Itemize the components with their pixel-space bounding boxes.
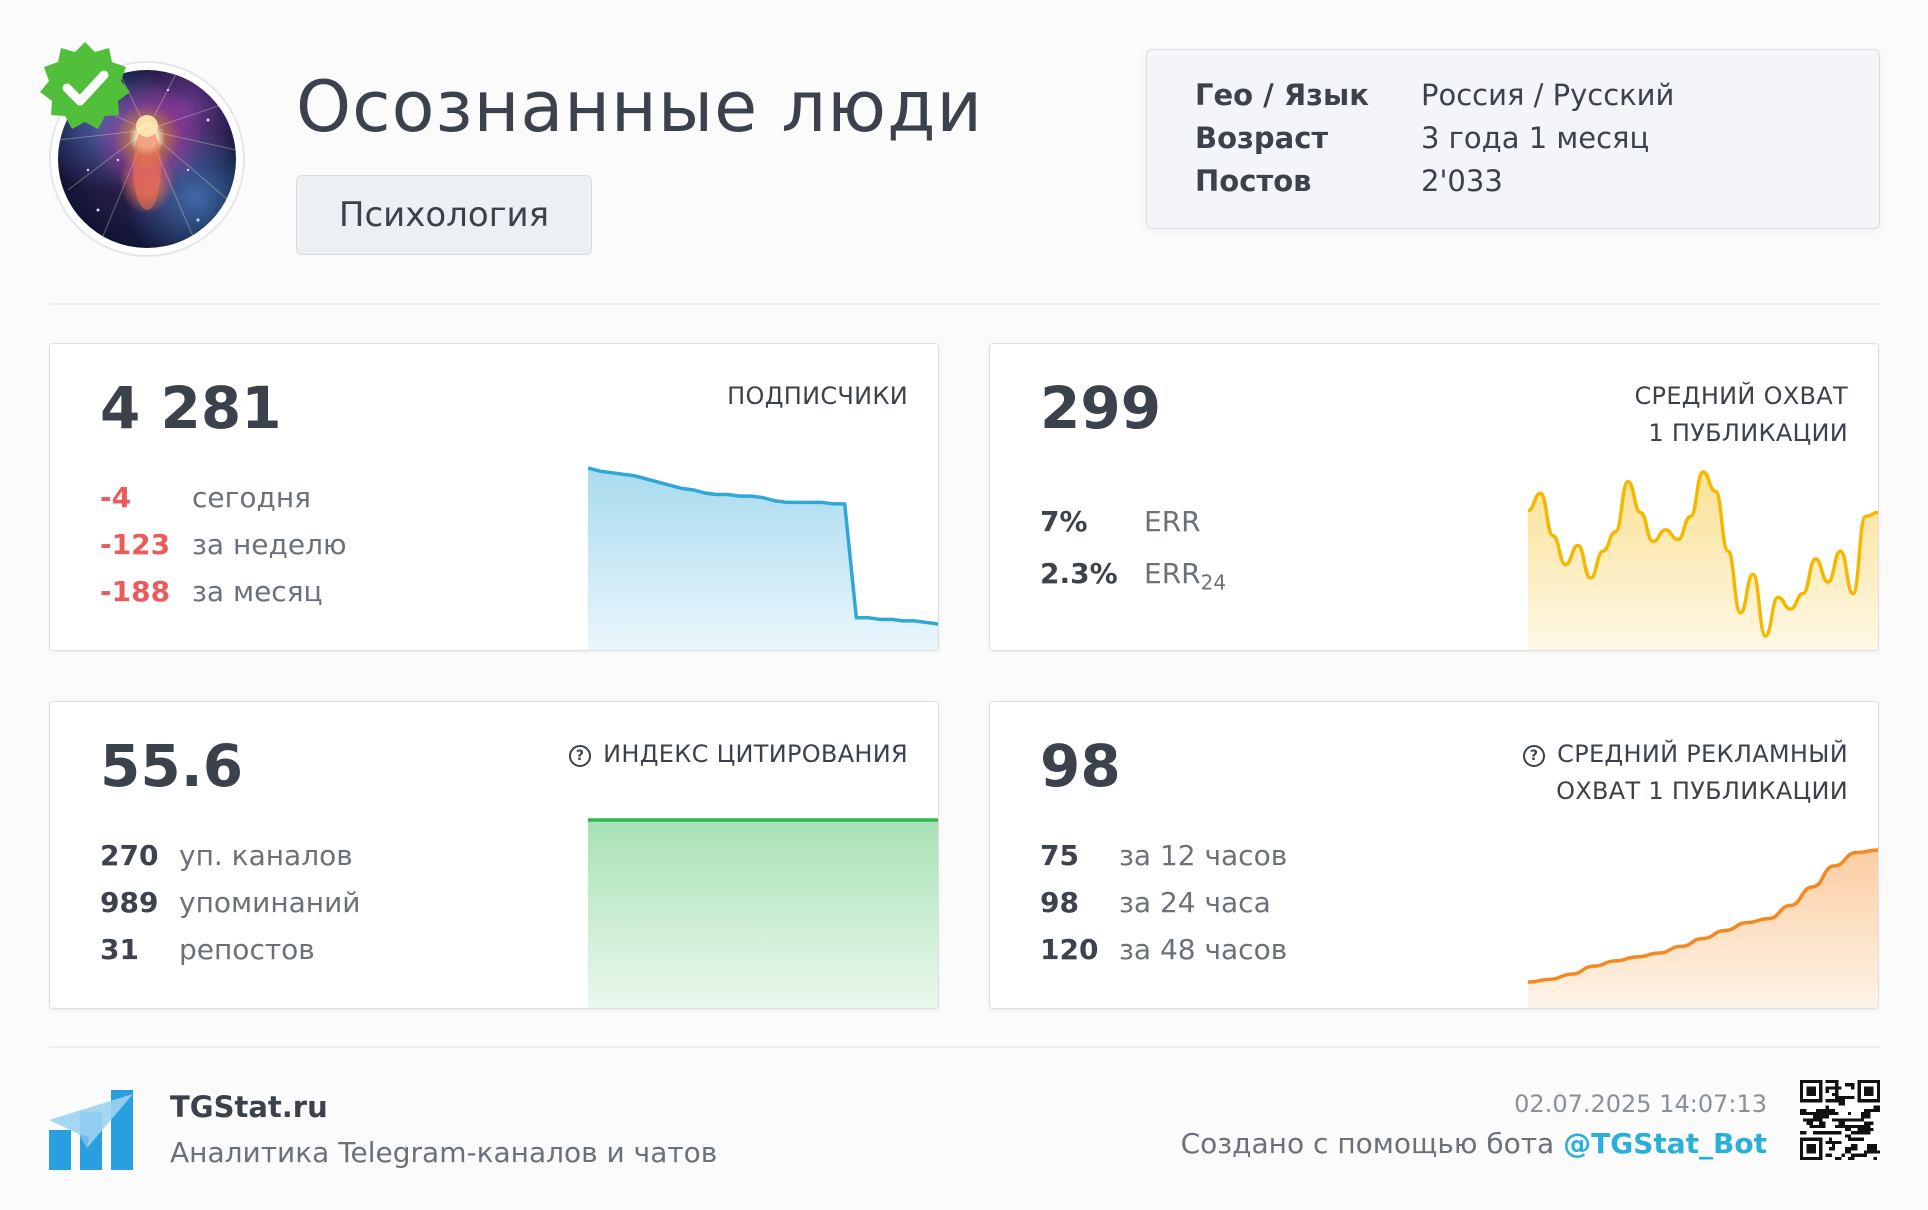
made-with-bot: Создано с помощью бота @TGStat_Bot — [1181, 1127, 1767, 1160]
stat-text: за 24 часа — [1119, 886, 1271, 919]
reach-value: 299 — [1040, 374, 1162, 442]
reach-card[interactable]: 299 СРЕДНИЙ ОХВАТ 1 ПУБЛИКАЦИИ 7% ERR 2.… — [989, 343, 1879, 651]
subscribers-sparkline — [588, 466, 938, 650]
stat-number: 120 — [1040, 933, 1099, 966]
err24-value: 2.3% — [1040, 557, 1118, 590]
err24-label-text: ERR — [1144, 557, 1201, 590]
brand-name[interactable]: TGStat.ru — [170, 1090, 328, 1124]
reach-label-line1: СРЕДНИЙ ОХВАТ — [1634, 382, 1848, 410]
err-label: ERR — [1144, 505, 1201, 538]
tgstat-logo-icon[interactable] — [49, 1090, 133, 1170]
reach-label: СРЕДНИЙ ОХВАТ 1 ПУБЛИКАЦИИ — [1634, 378, 1848, 452]
stat-text: уп. каналов — [179, 839, 353, 872]
info-value: 2'033 — [1421, 164, 1503, 198]
ad-reach-sparkline — [1528, 848, 1878, 1008]
qr-code-icon — [1800, 1080, 1880, 1160]
stat-text: упоминаний — [179, 886, 361, 919]
citation-index: 55.6 — [100, 732, 244, 800]
stat-number: 75 — [1040, 839, 1079, 872]
stat-number: 989 — [100, 886, 159, 919]
citation-sparkline-area — [588, 820, 938, 1008]
category-label: Психология — [338, 195, 550, 235]
stat-number: 270 — [100, 839, 159, 872]
help-icon[interactable]: ? — [569, 745, 592, 767]
stat-number: 98 — [1040, 886, 1079, 919]
citation-label: ? ИНДЕКС ЦИТИРОВАНИЯ — [569, 736, 908, 773]
divider — [49, 1046, 1880, 1048]
info-key: Постов — [1195, 164, 1312, 198]
info-key: Возраст — [1195, 121, 1329, 155]
ad-reach-value: 98 — [1040, 732, 1121, 800]
made-with-text: Создано с помощью бота — [1180, 1127, 1564, 1160]
stat-text: сегодня — [192, 481, 311, 514]
info-value: Россия / Русский — [1421, 78, 1675, 112]
err-value: 7% — [1040, 505, 1088, 538]
stat-text: за 12 часов — [1119, 839, 1288, 872]
bot-link[interactable]: @TGStat_Bot — [1563, 1127, 1767, 1160]
channel-title: Осознанные люди — [296, 66, 983, 148]
stat-text: за 48 часов — [1119, 933, 1288, 966]
citation-label-text: ИНДЕКС ЦИТИРОВАНИЯ — [603, 740, 908, 768]
ad-reach-label-line1-text: СРЕДНИЙ РЕКЛАМНЫЙ — [1557, 740, 1848, 768]
citation-sparkline — [588, 818, 938, 1008]
verified-badge-icon — [40, 42, 130, 129]
subscribers-count: 4 281 — [100, 374, 282, 442]
channel-info-panel: Гео / Язык Россия / Русский Возраст 3 го… — [1146, 49, 1880, 229]
ad-reach-label: ? СРЕДНИЙ РЕКЛАМНЫЙ ОХВАТ 1 ПУБЛИКАЦИИ — [1523, 736, 1848, 810]
category-badge[interactable]: Психология — [296, 175, 592, 255]
info-key: Гео / Язык — [1195, 78, 1369, 112]
stat-number: 31 — [100, 933, 139, 966]
stat-number: -4 — [100, 481, 132, 514]
reach-label-line2: 1 ПУБЛИКАЦИИ — [1648, 419, 1848, 447]
divider — [49, 303, 1880, 305]
stat-text: за месяц — [192, 575, 323, 608]
err24-label-sub: 24 — [1200, 570, 1227, 595]
stat-number: -123 — [100, 528, 171, 561]
stat-text: за неделю — [192, 528, 347, 561]
subscribers-label: ПОДПИСЧИКИ — [727, 382, 908, 410]
report-timestamp: 02.07.2025 14:07:13 — [1514, 1090, 1767, 1118]
stat-text: репостов — [179, 933, 315, 966]
err24-label: ERR24 — [1144, 557, 1226, 595]
info-value: 3 года 1 месяц — [1421, 121, 1650, 155]
ad-reach-label-line1: ? СРЕДНИЙ РЕКЛАМНЫЙ — [1523, 736, 1848, 773]
ad-reach-card[interactable]: 98 ? СРЕДНИЙ РЕКЛАМНЫЙ ОХВАТ 1 ПУБЛИКАЦИИ… — [989, 701, 1879, 1009]
reach-sparkline-area — [1528, 472, 1878, 650]
subscribers-sparkline-area — [588, 468, 938, 650]
citation-card[interactable]: 55.6 ? ИНДЕКС ЦИТИРОВАНИЯ 270 уп. каналов… — [49, 701, 939, 1009]
help-icon[interactable]: ? — [1523, 745, 1546, 767]
reach-sparkline — [1528, 470, 1878, 650]
subscribers-card[interactable]: 4 281 ПОДПИСЧИКИ -4 сегодня -123 за неде… — [49, 343, 939, 651]
stat-number: -188 — [100, 575, 171, 608]
ad-reach-label-line2: ОХВАТ 1 ПУБЛИКАЦИИ — [1556, 777, 1848, 805]
brand-tagline: Аналитика Telegram-каналов и чатов — [170, 1136, 718, 1169]
